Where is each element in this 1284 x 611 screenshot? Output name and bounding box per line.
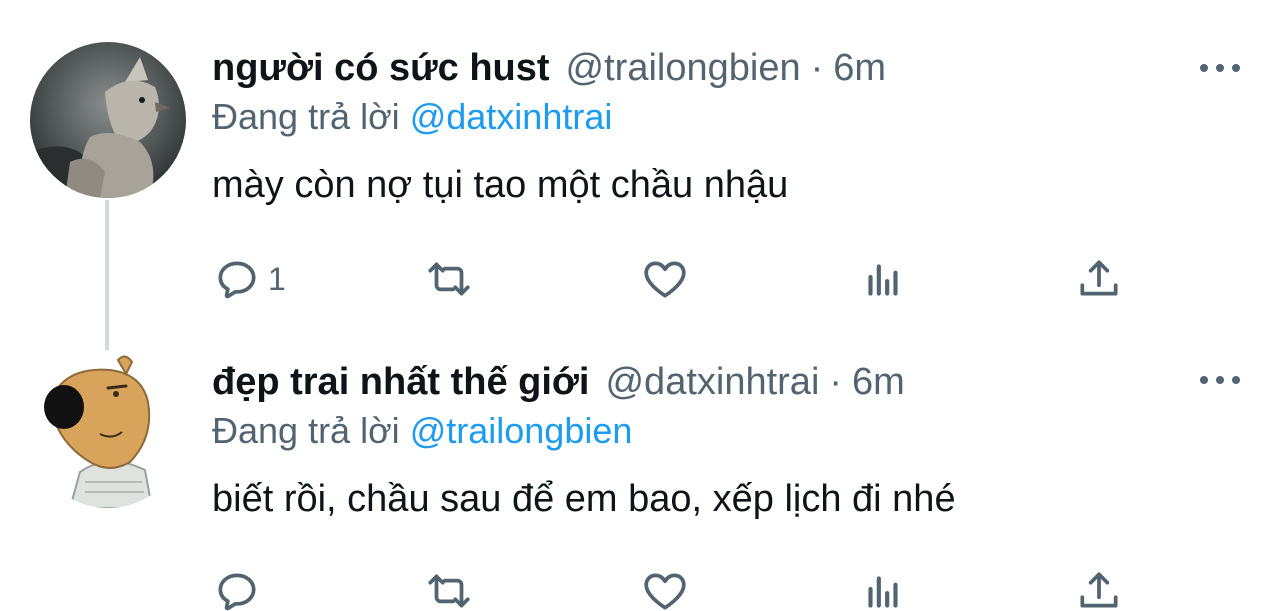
- user-handle[interactable]: @trailongbien: [566, 47, 801, 90]
- stats-button[interactable]: [858, 252, 908, 306]
- like-button[interactable]: [640, 564, 690, 611]
- tweet[interactable]: người có sức hust @trailongbien · 6m Đan…: [0, 0, 1284, 350]
- display-name[interactable]: người có sức hust: [212, 47, 550, 90]
- replying-to-label: Đang trả lời: [212, 96, 400, 137]
- retweet-button[interactable]: [424, 252, 474, 306]
- capybara-avatar-image: [30, 352, 186, 508]
- user-handle[interactable]: @datxinhtrai: [605, 361, 819, 404]
- stats-icon: [868, 576, 898, 608]
- separator-dot: ·: [810, 46, 824, 89]
- reply-icon: [218, 261, 256, 299]
- like-button[interactable]: [640, 252, 690, 306]
- replying-to-mention[interactable]: @trailongbien: [410, 410, 633, 451]
- share-icon: [1080, 260, 1118, 296]
- stats-icon: [868, 264, 898, 296]
- retweet-icon: [428, 574, 470, 608]
- tweet-text: biết rồi, chầu sau để em bao, xếp lịch đ…: [212, 478, 956, 520]
- reply-button[interactable]: [212, 564, 268, 611]
- share-button[interactable]: [1074, 564, 1124, 611]
- share-button[interactable]: [1074, 252, 1124, 306]
- replying-to: Đang trả lời @datxinhtrai: [212, 96, 612, 138]
- tweet-header: người có sức hust @trailongbien · 6m: [212, 42, 886, 94]
- separator-dot: ·: [829, 360, 843, 403]
- tweet-text: mày còn nợ tụi tao một chầu nhậu: [212, 164, 789, 206]
- tweet-header: đẹp trai nhất thế giới @datxinhtrai · 6m: [212, 356, 905, 408]
- heart-icon: [644, 261, 686, 298]
- reply-icon: [218, 573, 256, 611]
- replying-to-label: Đang trả lời: [212, 410, 400, 451]
- reply-count: 1: [268, 260, 286, 297]
- retweet-icon: [428, 262, 470, 296]
- replying-to: Đang trả lời @trailongbien: [212, 410, 632, 452]
- share-icon: [1080, 572, 1118, 608]
- retweet-button[interactable]: [424, 564, 474, 611]
- replying-to-mention[interactable]: @datxinhtrai: [410, 96, 613, 137]
- tweet[interactable]: đẹp trai nhất thế giới @datxinhtrai · 6m…: [0, 350, 1284, 611]
- display-name[interactable]: đẹp trai nhất thế giới: [212, 361, 589, 404]
- wolf-avatar-image: [30, 42, 186, 198]
- heart-icon: [644, 573, 686, 610]
- tweet-actions: 1: [212, 252, 1132, 306]
- stats-button[interactable]: [858, 564, 908, 611]
- timestamp[interactable]: 6m: [852, 361, 905, 404]
- more-dots-icon[interactable]: [1200, 368, 1240, 392]
- tweet-actions: [212, 564, 1132, 611]
- timestamp[interactable]: 6m: [833, 47, 886, 90]
- more-dots-icon[interactable]: [1200, 56, 1240, 80]
- reply-button[interactable]: 1: [212, 252, 286, 306]
- avatar[interactable]: [30, 42, 186, 198]
- avatar[interactable]: [30, 352, 186, 508]
